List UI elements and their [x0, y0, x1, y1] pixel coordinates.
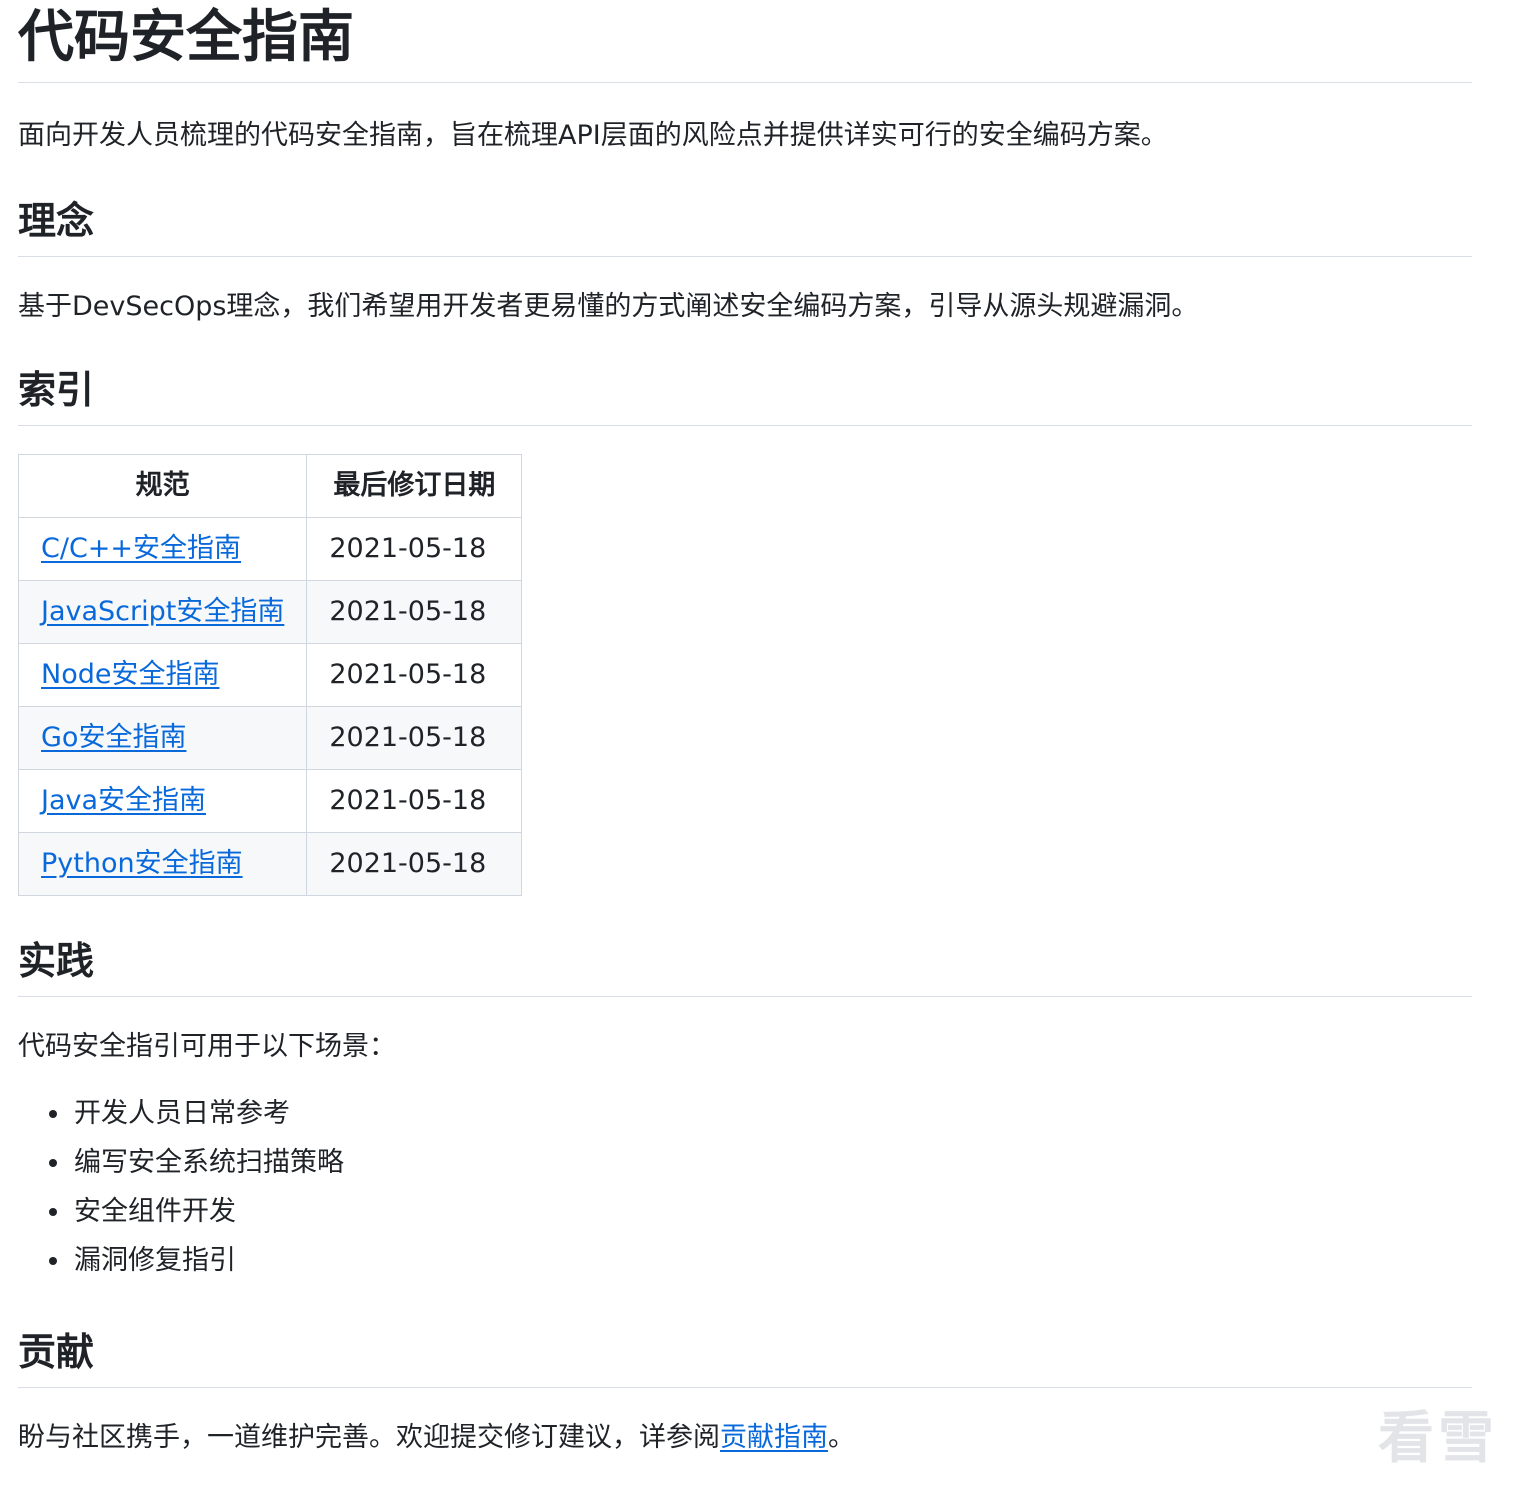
column-header-date: 最后修订日期 — [306, 454, 523, 518]
date-cell: 2021-05-18 — [306, 832, 523, 896]
guide-link-java[interactable]: Java安全指南 — [41, 785, 206, 816]
table-row: Go安全指南 2021-05-18 — [17, 706, 523, 770]
spec-cell: Python安全指南 — [17, 832, 308, 896]
guide-link-go[interactable]: Go安全指南 — [41, 722, 186, 753]
practice-paragraph: 代码安全指引可用于以下场景： — [18, 1031, 396, 1062]
guide-link-node[interactable]: Node安全指南 — [41, 659, 219, 690]
concept-paragraph: 基于DevSecOps理念，我们希望用开发者更易懂的方式阐述安全编码方案，引导从… — [18, 291, 1199, 322]
date-cell: 2021-05-18 — [306, 580, 523, 644]
date-cell: 2021-05-18 — [306, 769, 523, 833]
spec-cell: Go安全指南 — [17, 706, 308, 770]
column-header-spec: 规范 — [17, 454, 308, 518]
date-cell: 2021-05-18 — [306, 643, 523, 707]
contribute-paragraph: 盼与社区携手，一道维护完善。欢迎提交修订建议，详参阅贡献指南。 — [18, 1418, 1472, 1458]
contribute-period: 。 — [828, 1422, 855, 1453]
table-header-row: 规范 最后修订日期 — [17, 454, 523, 518]
contribute-text: 盼与社区携手，一道维护完善。欢迎提交修订建议，详参阅 — [18, 1422, 720, 1453]
spec-cell: JavaScript安全指南 — [17, 580, 308, 644]
list-item: 编写安全系统扫描策略 — [72, 1138, 1472, 1187]
contribute-heading: 贡献 — [18, 1327, 1472, 1388]
list-item: 安全组件开发 — [72, 1187, 1472, 1236]
table-row: Java安全指南 2021-05-18 — [17, 769, 523, 833]
guide-link-javascript[interactable]: JavaScript安全指南 — [41, 596, 284, 627]
index-table: 规范 最后修订日期 C/C++安全指南 2021-05-18 JavaScrip… — [17, 454, 523, 896]
practice-list: 开发人员日常参考 编写安全系统扫描策略 安全组件开发 漏洞修复指引 — [18, 1089, 1472, 1285]
table-row: Node安全指南 2021-05-18 — [17, 643, 523, 707]
table-row: C/C++安全指南 2021-05-18 — [17, 517, 523, 581]
spec-cell: C/C++安全指南 — [17, 517, 308, 581]
list-item: 开发人员日常参考 — [72, 1089, 1472, 1138]
concept-heading: 理念 — [18, 196, 1472, 257]
index-heading: 索引 — [18, 365, 1472, 426]
practice-heading: 实践 — [18, 936, 1472, 997]
spec-cell: Java安全指南 — [17, 769, 308, 833]
date-cell: 2021-05-18 — [306, 706, 523, 770]
table-row: Python安全指南 2021-05-18 — [17, 832, 523, 896]
date-cell: 2021-05-18 — [306, 517, 523, 581]
contribute-guide-link[interactable]: 贡献指南 — [720, 1422, 828, 1453]
spec-cell: Node安全指南 — [17, 643, 308, 707]
intro-paragraph: 面向开发人员梳理的代码安全指南，旨在梳理API层面的风险点并提供详实可行的安全编… — [18, 120, 1168, 151]
guide-link-cpp[interactable]: C/C++安全指南 — [41, 533, 241, 564]
table-row: JavaScript安全指南 2021-05-18 — [17, 580, 523, 644]
guide-link-python[interactable]: Python安全指南 — [41, 848, 243, 879]
document-page: 代码安全指南 面向开发人员梳理的代码安全指南，旨在梳理API层面的风险点并提供详… — [17, 0, 1472, 1458]
page-title: 代码安全指南 — [18, 0, 1472, 83]
watermark-logo: 看雪 — [1378, 1406, 1498, 1471]
list-item: 漏洞修复指引 — [72, 1236, 1472, 1285]
